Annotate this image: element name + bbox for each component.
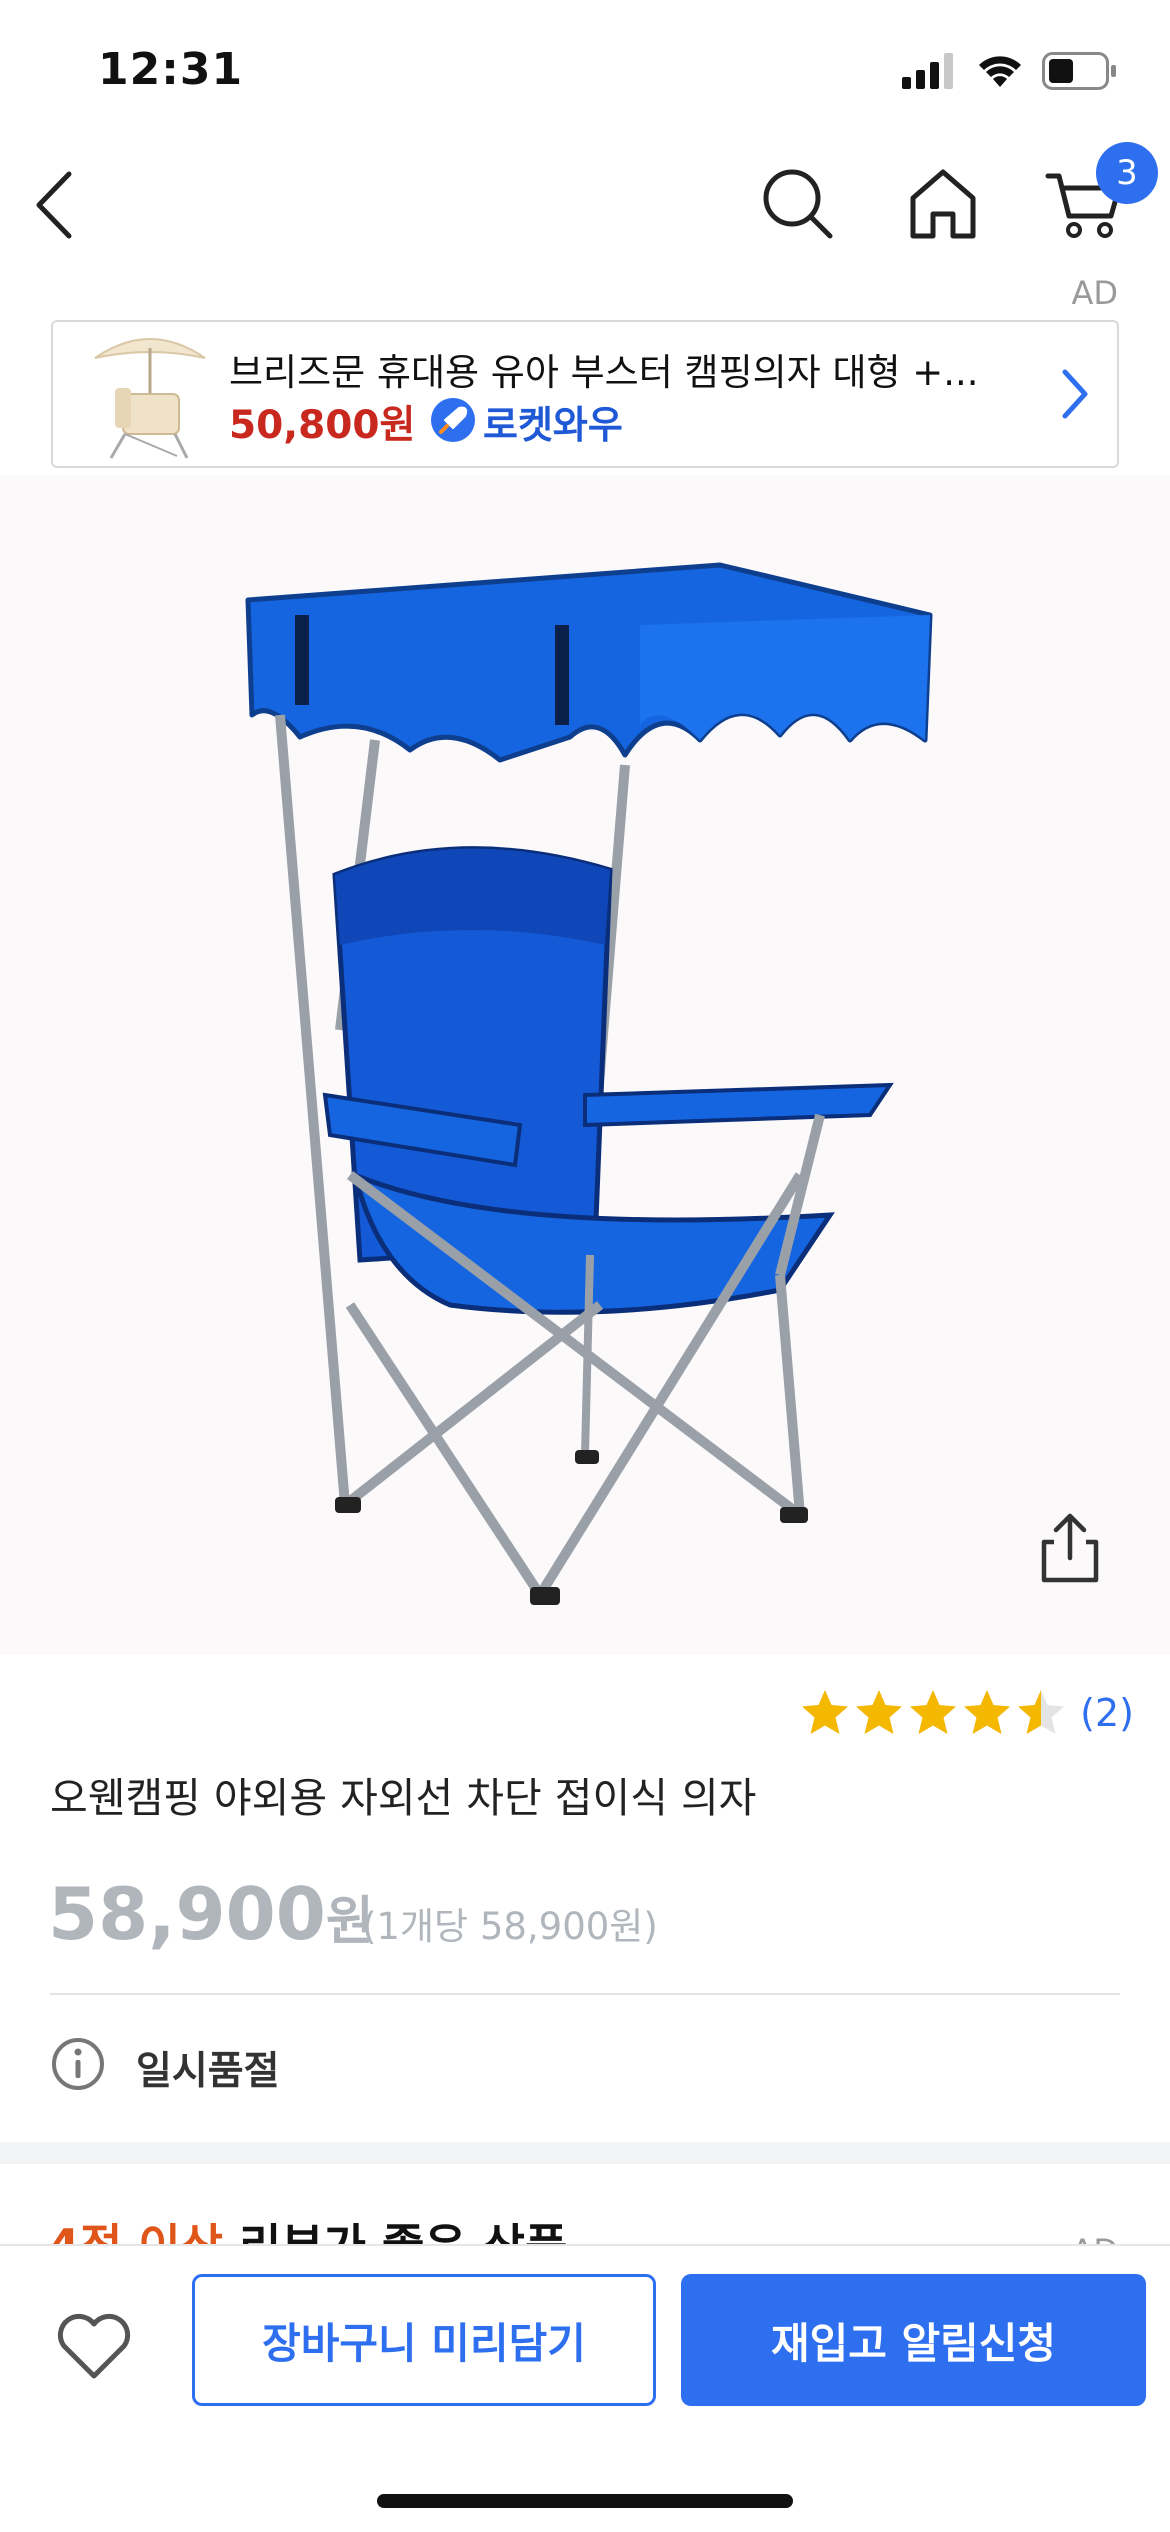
ad-thumbnail — [75, 328, 225, 462]
status-time: 12:31 — [98, 44, 244, 95]
signal-icon — [902, 53, 953, 89]
add-to-cart-button[interactable]: 장바구니 미리담기 — [192, 2274, 656, 2406]
back-icon — [36, 171, 72, 239]
star-icon — [856, 1690, 903, 1734]
wishlist-button[interactable] — [52, 2304, 136, 2388]
back-button[interactable] — [18, 162, 88, 248]
section-divider — [0, 2142, 1170, 2164]
chevron-right-icon — [1062, 369, 1088, 419]
unit-price: (1개당 58,900원) — [362, 1905, 658, 1948]
home-button[interactable] — [905, 166, 981, 242]
price: 58,900원 — [48, 1872, 374, 1956]
star-icon — [1018, 1690, 1065, 1734]
ad-price: 50,800원 — [229, 403, 416, 448]
status-icons — [902, 52, 1118, 90]
home-icon — [910, 169, 976, 239]
home-indicator — [377, 2494, 793, 2508]
product-image[interactable] — [0, 475, 1170, 1655]
product-title: 오웬캠핑 야외용 자외선 차단 접이식 의자 — [50, 1774, 757, 1822]
ad-label: AD — [1071, 274, 1118, 312]
search-icon — [763, 169, 833, 239]
restock-alert-button[interactable]: 재입고 알림신청 — [681, 2274, 1146, 2406]
ad-title: 브리즈문 휴대용 유아 부스터 캠핑의자 대형 +... — [229, 351, 979, 394]
rocket-wow-label: 로켓와우 — [483, 403, 623, 447]
share-button[interactable] — [1030, 1508, 1110, 1588]
star-rating — [800, 1688, 1066, 1738]
star-icon — [910, 1690, 957, 1734]
star-icon — [964, 1690, 1011, 1734]
wifi-icon — [979, 56, 1021, 87]
star-icon — [802, 1690, 849, 1734]
battery-icon — [1042, 52, 1116, 90]
rating[interactable]: (2) — [800, 1688, 1134, 1738]
search-button[interactable] — [760, 166, 836, 242]
stock-status: 일시품절 — [136, 2049, 280, 2094]
price-number: 58,900 — [48, 1872, 326, 1956]
divider — [50, 1993, 1120, 1995]
info-icon — [52, 2038, 104, 2090]
bottom-action-bar: 장바구니 미리담기 재입고 알림신청 — [0, 2244, 1170, 2532]
rocket-icon — [431, 398, 475, 442]
status-bar: 12:31 — [0, 0, 1170, 150]
cart-count-badge: 3 — [1096, 142, 1158, 204]
review-count[interactable]: (2) — [1080, 1691, 1134, 1735]
nav-bar — [0, 150, 1170, 260]
ad-banner[interactable]: 브리즈문 휴대용 유아 부스터 캠핑의자 대형 +... 50,800원 로켓와… — [51, 320, 1119, 468]
heart-icon — [57, 2313, 131, 2379]
share-icon — [1041, 1513, 1099, 1583]
